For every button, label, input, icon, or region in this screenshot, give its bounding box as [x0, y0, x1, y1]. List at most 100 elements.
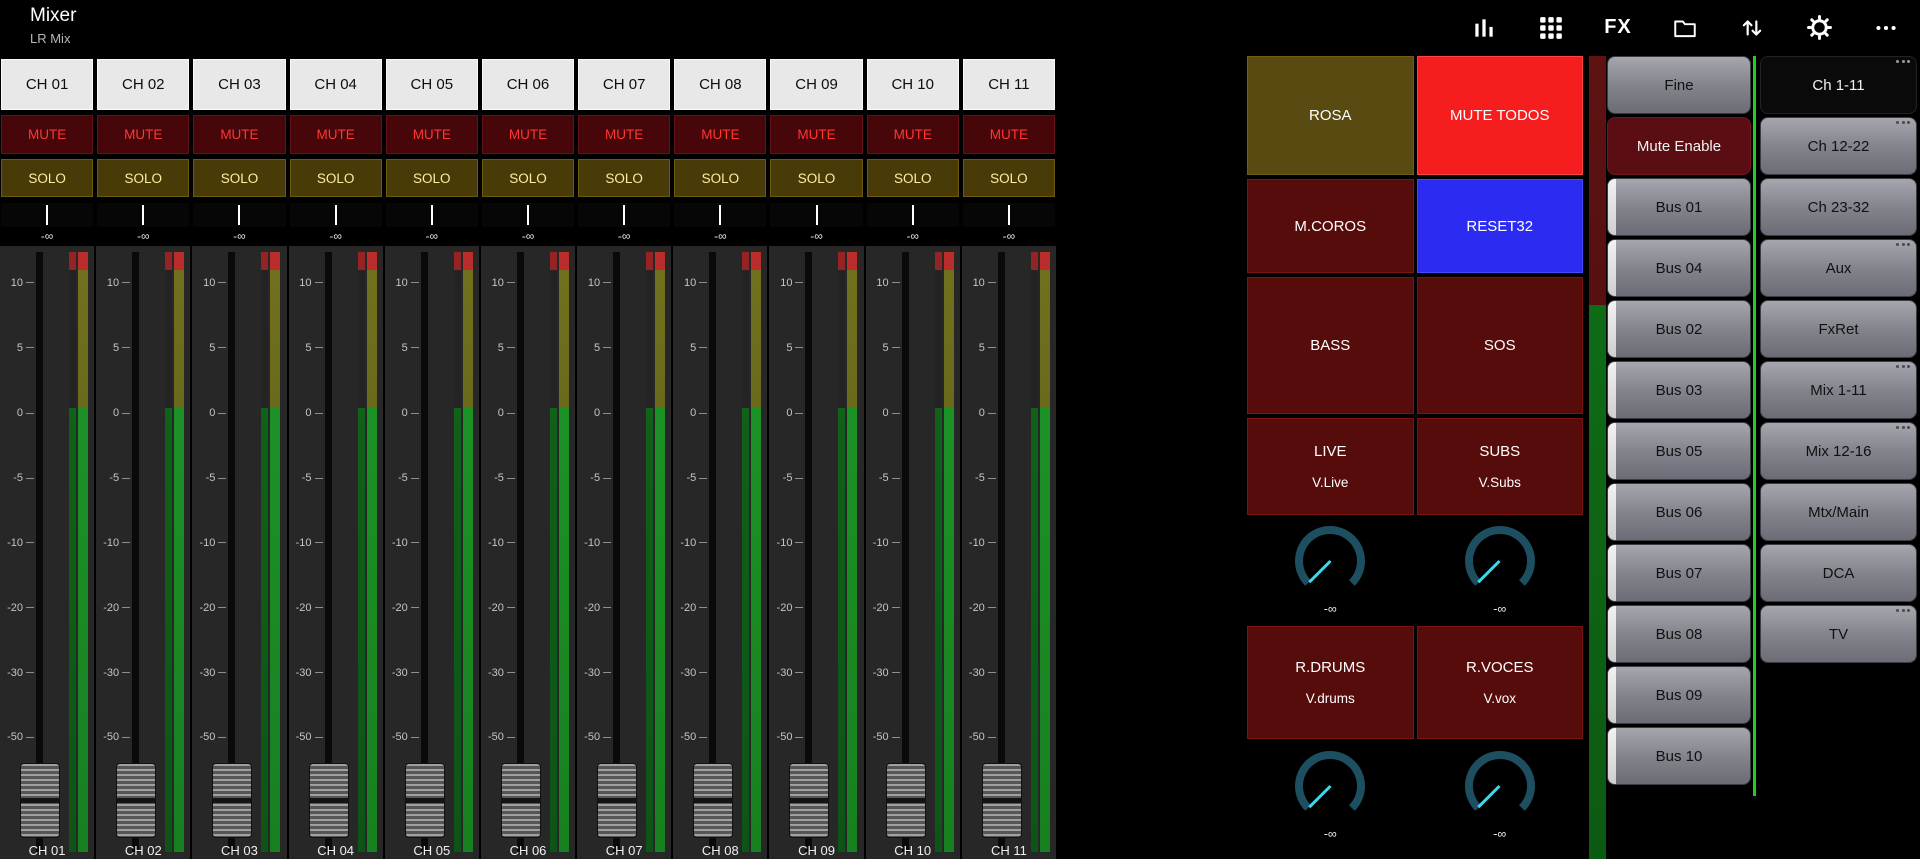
level-knob[interactable] — [1464, 750, 1535, 821]
macro-button[interactable]: MUTE TODOS — [1416, 56, 1583, 175]
macro-button[interactable]: ROSA — [1247, 56, 1414, 175]
bus-tab-bus-06[interactable]: Bus 06 — [1607, 483, 1751, 541]
solo-button[interactable]: SOLO — [866, 159, 959, 197]
pan-slider[interactable] — [289, 203, 382, 227]
solo-button[interactable]: SOLO — [97, 159, 190, 197]
mute-button[interactable]: MUTE — [1, 115, 94, 154]
macro-button[interactable]: M.COROS — [1247, 179, 1414, 273]
fader-handle[interactable] — [21, 763, 59, 837]
bus-tab-bus-01[interactable]: Bus 01 — [1607, 178, 1751, 236]
macro-button[interactable]: R.DRUMS V.drums — [1247, 626, 1414, 739]
solo-button[interactable]: SOLO — [770, 159, 863, 197]
bus-tab-bus-03[interactable]: Bus 03 — [1607, 361, 1751, 419]
layer-tab-aux[interactable]: Aux — [1760, 239, 1917, 297]
fader-handle[interactable] — [501, 763, 540, 837]
channel-select-button[interactable]: CH 10 — [866, 59, 959, 110]
more-menu-icon[interactable] — [1872, 14, 1900, 42]
bus-tab-mute-enable[interactable]: Mute Enable — [1607, 117, 1751, 175]
mute-button[interactable]: MUTE — [289, 115, 382, 154]
pan-slider[interactable] — [866, 203, 959, 227]
levels-view-icon[interactable] — [1470, 14, 1498, 42]
bus-tab-bus-08[interactable]: Bus 08 — [1607, 605, 1751, 663]
solo-button[interactable]: SOLO — [193, 159, 286, 197]
macro-button[interactable]: R.VOCES V.vox — [1416, 626, 1583, 739]
fader-handle[interactable] — [309, 763, 348, 837]
channel-select-button[interactable]: CH 01 — [1, 59, 94, 110]
channel-select-button[interactable]: CH 09 — [770, 59, 863, 110]
solo-button[interactable]: SOLO — [385, 159, 478, 197]
solo-button[interactable]: SOLO — [674, 159, 767, 197]
level-knob[interactable] — [1295, 750, 1366, 821]
layer-tab-ch-12-22[interactable]: Ch 12-22 — [1760, 117, 1917, 175]
pan-slider[interactable] — [97, 203, 190, 227]
fader-handle[interactable] — [117, 763, 156, 837]
solo-button[interactable]: SOLO — [1, 159, 94, 197]
macro-button[interactable]: SOS — [1416, 277, 1583, 414]
fx-button[interactable]: FX — [1604, 14, 1632, 42]
channel-select-button[interactable]: CH 04 — [289, 59, 382, 110]
layer-tab-fxret[interactable]: FxRet — [1760, 300, 1917, 358]
layer-tab-mix-1-11[interactable]: Mix 1-11 — [1760, 361, 1917, 419]
macro-button[interactable]: LIVE V.Live — [1247, 418, 1414, 515]
solo-button[interactable]: SOLO — [289, 159, 382, 197]
mute-button[interactable]: MUTE — [481, 115, 575, 154]
channel-select-button[interactable]: CH 05 — [385, 59, 478, 110]
channel-select-button[interactable]: CH 02 — [97, 59, 190, 110]
level-knob[interactable] — [1295, 525, 1366, 596]
mute-button[interactable]: MUTE — [385, 115, 478, 154]
macro-button[interactable]: SUBS V.Subs — [1416, 418, 1583, 515]
macro-button[interactable]: BASS — [1247, 277, 1414, 414]
layer-tab-mtx-main[interactable]: Mtx/Main — [1760, 483, 1917, 541]
solo-button[interactable]: SOLO — [481, 159, 575, 197]
bus-tab-bus-09[interactable]: Bus 09 — [1607, 666, 1751, 724]
mute-button[interactable]: MUTE — [97, 115, 190, 154]
pan-slider[interactable] — [193, 203, 286, 227]
layer-tab-dca[interactable]: DCA — [1760, 544, 1917, 602]
pan-slider[interactable] — [770, 203, 863, 227]
channel-select-button[interactable]: CH 11 — [962, 59, 1055, 110]
mute-button[interactable]: MUTE — [193, 115, 286, 154]
bus-tab-bus-05[interactable]: Bus 05 — [1607, 422, 1751, 480]
mute-button[interactable]: MUTE — [770, 115, 863, 154]
macro-button[interactable]: RESET32 — [1416, 179, 1583, 273]
mute-button[interactable]: MUTE — [962, 115, 1055, 154]
io-routing-icon[interactable] — [1738, 14, 1766, 42]
pan-slider[interactable] — [385, 203, 478, 227]
bus-tab-bus-04[interactable]: Bus 04 — [1607, 239, 1751, 297]
channel-select-button[interactable]: CH 07 — [578, 59, 671, 110]
mute-button[interactable]: MUTE — [674, 115, 767, 154]
fader-handle[interactable] — [598, 763, 637, 837]
bus-tab-bus-07[interactable]: Bus 07 — [1607, 544, 1751, 602]
settings-gear-icon[interactable] — [1805, 14, 1833, 42]
pan-slider[interactable] — [1, 203, 94, 227]
fader-handle[interactable] — [694, 763, 733, 837]
folder-icon[interactable] — [1671, 14, 1699, 42]
level-knob[interactable] — [1464, 525, 1535, 596]
fader-handle[interactable] — [213, 763, 252, 837]
bus-tab-bus-02[interactable]: Bus 02 — [1607, 300, 1751, 358]
fader-handle[interactable] — [405, 763, 444, 837]
pan-slider[interactable] — [481, 203, 575, 227]
layer-tab-tv[interactable]: TV — [1760, 605, 1917, 663]
mute-button[interactable]: MUTE — [866, 115, 959, 154]
channel-select-button[interactable]: CH 06 — [481, 59, 575, 110]
fader-handle[interactable] — [886, 763, 925, 837]
layer-tab-mix-12-16[interactable]: Mix 12-16 — [1760, 422, 1917, 480]
fader-handle[interactable] — [790, 763, 829, 837]
layer-tab-ch-23-32[interactable]: Ch 23-32 — [1760, 178, 1917, 236]
mute-button[interactable]: MUTE — [578, 115, 671, 154]
bus-tab-bus-10[interactable]: Bus 10 — [1607, 727, 1751, 785]
fader-handle[interactable] — [982, 763, 1021, 837]
scale-label: 5 — [209, 341, 216, 354]
layer-tab-ch-1-11[interactable]: Ch 1-11 — [1760, 56, 1917, 114]
pan-slider[interactable] — [674, 203, 767, 227]
channel-select-button[interactable]: CH 08 — [674, 59, 767, 110]
pan-slider[interactable] — [578, 203, 671, 227]
bus-tab-fine[interactable]: Fine — [1607, 56, 1751, 114]
solo-button[interactable]: SOLO — [962, 159, 1055, 197]
scale-label: 0 — [16, 407, 23, 420]
solo-button[interactable]: SOLO — [578, 159, 671, 197]
channel-select-button[interactable]: CH 03 — [193, 59, 286, 110]
channel-grid-icon[interactable] — [1537, 14, 1565, 42]
pan-slider[interactable] — [962, 203, 1055, 227]
